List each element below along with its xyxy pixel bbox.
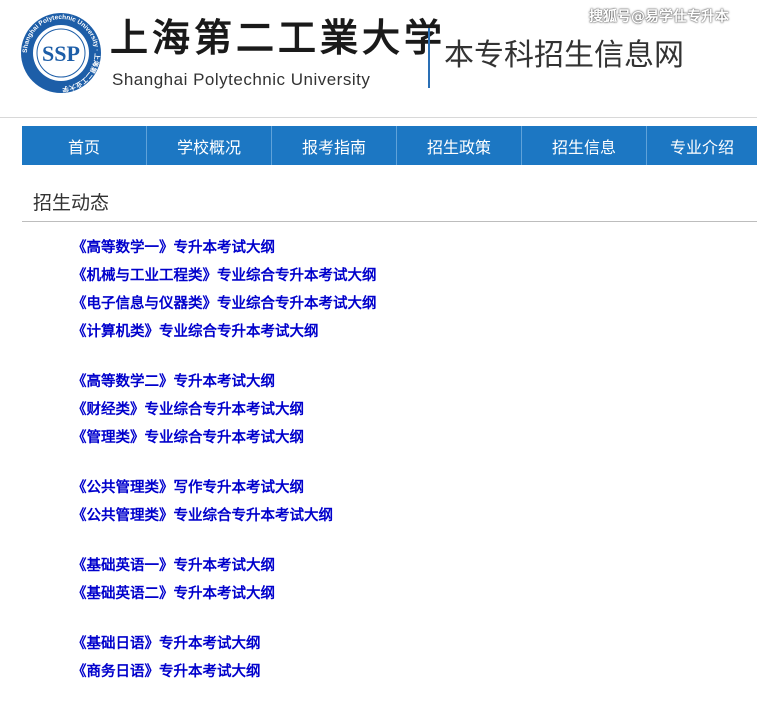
nav-item-home[interactable]: 首页 bbox=[22, 126, 147, 165]
nav-item-major-intro[interactable]: 专业介绍 bbox=[647, 126, 757, 165]
header-divider bbox=[428, 28, 430, 88]
syllabus-link[interactable]: 《计算机类》专业综合专升本考试大纲 bbox=[72, 318, 377, 346]
link-group-finance-management: 《高等数学二》专升本考试大纲 《财经类》专业综合专升本考试大纲 《管理类》专业综… bbox=[72, 368, 377, 452]
site-header: Shanghai Polytechnic University · 上海第二工业… bbox=[0, 0, 757, 118]
section-divider bbox=[22, 221, 757, 222]
university-seal-logo[interactable]: Shanghai Polytechnic University · 上海第二工业… bbox=[20, 12, 102, 94]
syllabus-link-list: 《高等数学一》专升本考试大纲 《机械与工业工程类》专业综合专升本考试大纲 《电子… bbox=[72, 234, 377, 708]
syllabus-link[interactable]: 《基础日语》专升本考试大纲 bbox=[72, 630, 377, 658]
link-group-japanese: 《基础日语》专升本考试大纲 《商务日语》专升本考试大纲 bbox=[72, 630, 377, 686]
syllabus-link[interactable]: 《高等数学二》专升本考试大纲 bbox=[72, 368, 377, 396]
watermark-text: 搜狐号@易学仕专升本 bbox=[589, 9, 729, 25]
nav-item-application-guide[interactable]: 报考指南 bbox=[272, 126, 397, 165]
university-name-english: Shanghai Polytechnic University bbox=[112, 70, 371, 89]
syllabus-link[interactable]: 《商务日语》专升本考试大纲 bbox=[72, 658, 377, 686]
seal-letters: SSP bbox=[42, 41, 80, 66]
nav-item-admission-policy[interactable]: 招生政策 bbox=[397, 126, 522, 165]
syllabus-link[interactable]: 《基础英语一》专升本考试大纲 bbox=[72, 552, 377, 580]
site-title: 本专科招生信息网 bbox=[444, 38, 684, 73]
syllabus-link[interactable]: 《高等数学一》专升本考试大纲 bbox=[72, 234, 377, 262]
link-group-english: 《基础英语一》专升本考试大纲 《基础英语二》专升本考试大纲 bbox=[72, 552, 377, 608]
nav-item-school-overview[interactable]: 学校概况 bbox=[147, 126, 272, 165]
main-navigation: 首页 学校概况 报考指南 招生政策 招生信息 专业介绍 bbox=[22, 126, 757, 165]
syllabus-link[interactable]: 《公共管理类》专业综合专升本考试大纲 bbox=[72, 502, 377, 530]
link-group-engineering: 《高等数学一》专升本考试大纲 《机械与工业工程类》专业综合专升本考试大纲 《电子… bbox=[72, 234, 377, 346]
university-name-chinese: 上海第二工業大学 bbox=[110, 15, 447, 60]
link-group-public-management: 《公共管理类》写作专升本考试大纲 《公共管理类》专业综合专升本考试大纲 bbox=[72, 474, 377, 530]
syllabus-link[interactable]: 《财经类》专业综合专升本考试大纲 bbox=[72, 396, 377, 424]
syllabus-link[interactable]: 《管理类》专业综合专升本考试大纲 bbox=[72, 424, 377, 452]
syllabus-link[interactable]: 《机械与工业工程类》专业综合专升本考试大纲 bbox=[72, 262, 377, 290]
syllabus-link[interactable]: 《公共管理类》写作专升本考试大纲 bbox=[72, 474, 377, 502]
syllabus-link[interactable]: 《电子信息与仪器类》专业综合专升本考试大纲 bbox=[72, 290, 377, 318]
nav-item-admission-info[interactable]: 招生信息 bbox=[522, 126, 647, 165]
syllabus-link[interactable]: 《基础英语二》专升本考试大纲 bbox=[72, 580, 377, 608]
section-title: 招生动态 bbox=[33, 192, 110, 214]
